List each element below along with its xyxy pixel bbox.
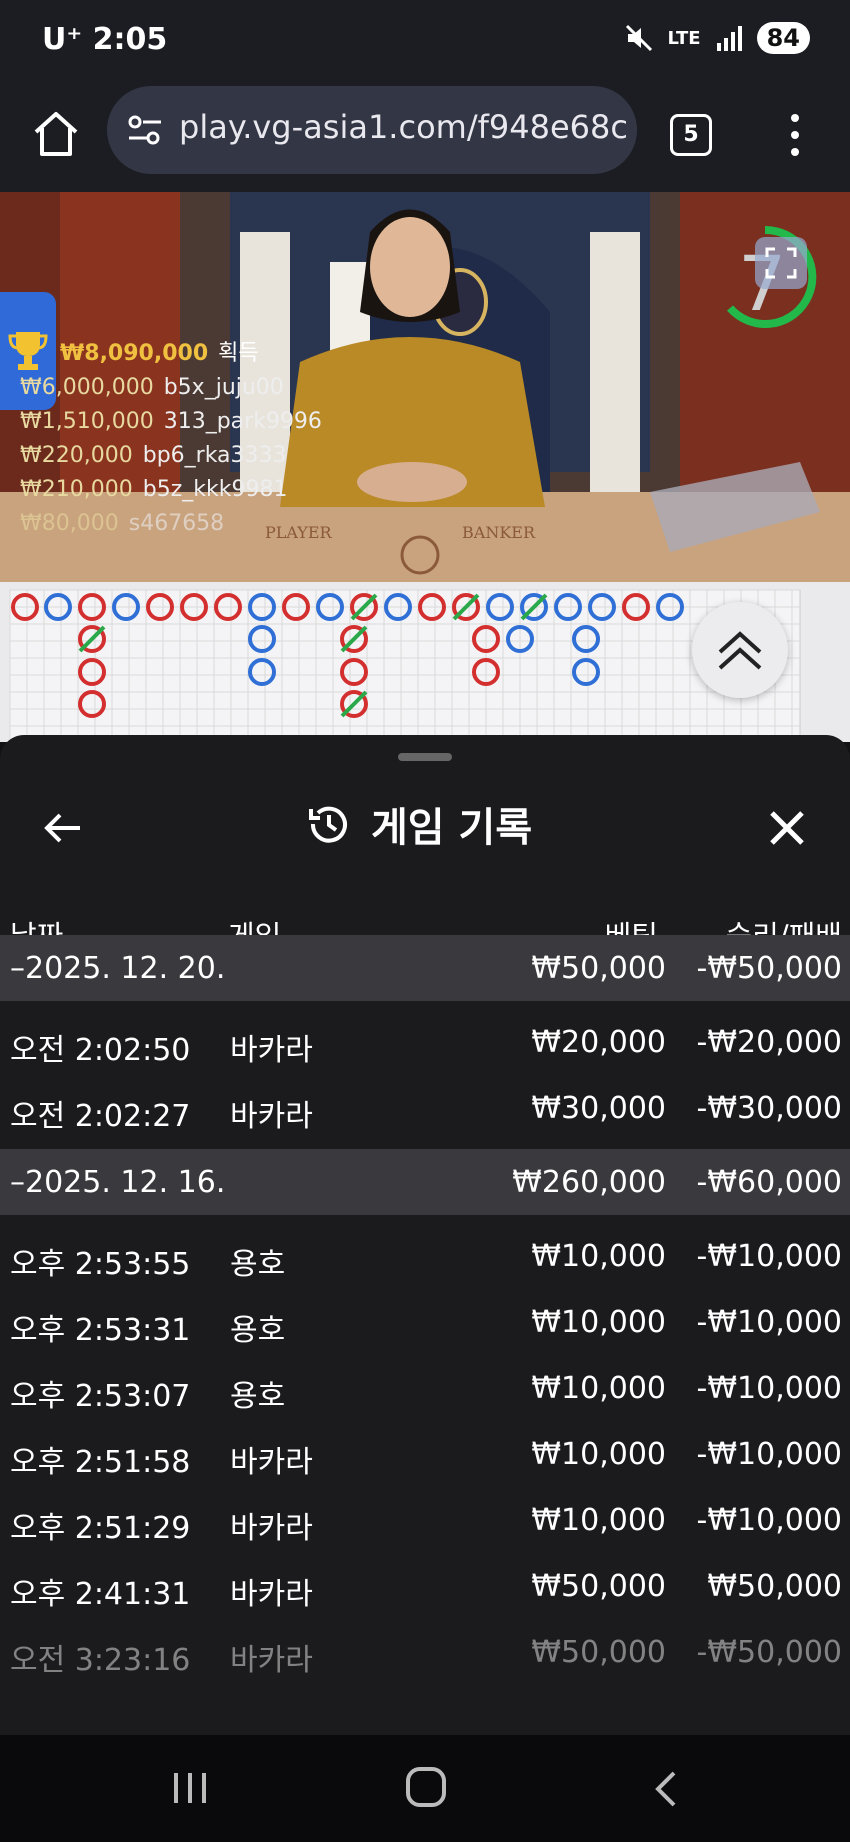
more-menu-icon[interactable]	[780, 110, 810, 160]
table-row[interactable]: 오후 2:53:07 용호 ₩10,000 -₩10,000	[0, 1355, 850, 1421]
home-icon[interactable]	[28, 106, 84, 162]
live-video[interactable]: PLAYER BANKER ₩8,090,000 획득 ₩6,000,000 b5x…	[0, 192, 850, 582]
date-group-row[interactable]: –2025. 12. 16. ₩260,000 -₩60,000	[0, 1149, 850, 1215]
table-row[interactable]: 오전 2:02:27 바카라 ₩30,000 -₩30,000	[0, 1075, 850, 1141]
battery-badge: 84	[756, 22, 810, 54]
winner-row: ₩80,000 s467658	[20, 511, 225, 536]
banker-table-label: BANKER	[462, 523, 536, 542]
table-row[interactable]: 오후 2:51:29 바카라 ₩10,000 -₩10,000	[0, 1487, 850, 1553]
double-chevron-up-icon	[718, 631, 762, 670]
sheet-title: 게임 기록	[371, 805, 533, 851]
winners-list: ₩8,090,000 획득 ₩6,000,000 b5x_juju00 ₩1,510…	[20, 337, 322, 541]
history-icon	[309, 806, 347, 843]
drag-handle[interactable]	[398, 753, 452, 761]
mute-icon	[625, 24, 652, 52]
back-arrow-icon[interactable]	[40, 805, 86, 851]
site-settings-icon[interactable]	[125, 110, 165, 150]
history-table: –2025. 12. 20. ₩50,000 -₩50,000 오전 2:02:…	[0, 935, 850, 1685]
sheet-header: 게임 기록	[0, 775, 850, 885]
table-row[interactable]: 오전 2:02:50 바카라 ₩20,000 -₩20,000	[0, 1009, 850, 1075]
table-row[interactable]: 오후 2:51:58 바카라 ₩10,000 -₩10,000	[0, 1421, 850, 1487]
winner-row: ₩210,000 b5z_kkk9981	[20, 477, 288, 502]
fullscreen-button[interactable]	[755, 237, 807, 289]
expand-icon	[765, 247, 797, 279]
tab-switcher-button[interactable]: 5	[670, 114, 712, 156]
status-icons: LTE 84	[624, 22, 810, 54]
signal-icon	[716, 26, 742, 51]
table-row[interactable]: 오후 2:41:31 바카라 ₩50,000 ₩50,000	[0, 1553, 850, 1619]
close-icon[interactable]	[764, 805, 810, 851]
winner-row: ₩6,000,000 b5x_juju00	[20, 375, 284, 400]
url-text: play.vg-asia1.com/f948e68c	[179, 108, 628, 146]
table-row[interactable]: 오후 2:53:31 용호 ₩10,000 -₩10,000	[0, 1289, 850, 1355]
table-row[interactable]: 오후 2:53:55 용호 ₩10,000 -₩10,000	[0, 1223, 850, 1289]
sheet-title-group: 게임 기록	[305, 795, 532, 853]
system-nav-bar	[0, 1735, 850, 1842]
back-nav-icon[interactable]	[650, 1769, 680, 1809]
carrier-clock: U⁺ 2:05	[42, 22, 168, 57]
winner-row: ₩8,090,000 획득	[60, 341, 259, 366]
network-label: LTE	[667, 27, 701, 49]
date-group-row[interactable]: –2025. 12. 20. ₩50,000 -₩50,000	[0, 935, 850, 1001]
home-nav-icon[interactable]	[406, 1767, 446, 1807]
expand-road-button[interactable]	[692, 602, 788, 698]
winner-row: ₩1,510,000 313_park9996	[20, 409, 322, 434]
recent-apps-icon[interactable]	[172, 1771, 208, 1805]
table-row[interactable]: 오전 3:23:16 바카라 ₩50,000 -₩50,000	[0, 1619, 850, 1685]
game-history-sheet: 게임 기록 날짜 게임 베팅 승리/패배 –2025. 12. 20. ₩50,…	[0, 735, 850, 1735]
winner-row: ₩220,000 bp6_rka3333	[20, 443, 287, 468]
browser-toolbar: play.vg-asia1.com/f948e68c 5	[0, 80, 850, 192]
address-bar[interactable]: play.vg-asia1.com/f948e68c	[107, 86, 637, 174]
status-bar: U⁺ 2:05 LTE 84	[0, 0, 850, 80]
